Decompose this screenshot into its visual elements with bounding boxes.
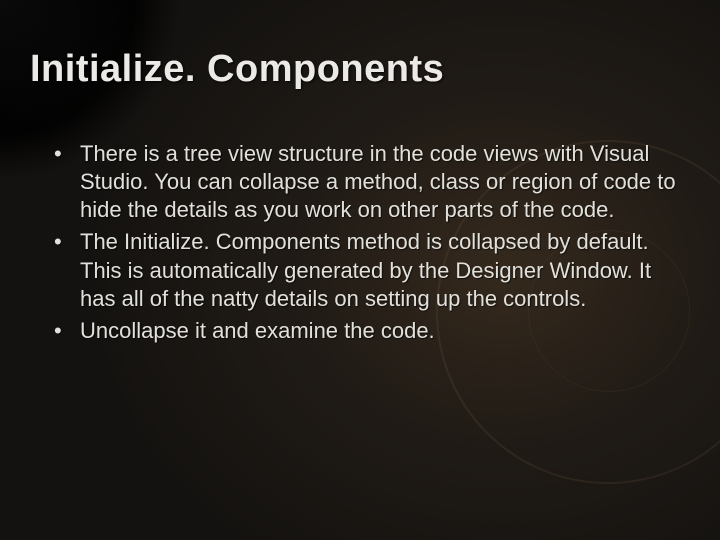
list-item: There is a tree view structure in the co… [54,140,680,224]
bullet-text: There is a tree view structure in the co… [80,141,676,222]
bullet-text: Uncollapse it and examine the code. [80,318,435,343]
bullet-list: There is a tree view structure in the co… [54,140,680,345]
slide-title: Initialize. Components [30,48,444,91]
bullet-text: The Initialize. Components method is col… [80,229,651,310]
slide: Initialize. Components There is a tree v… [0,0,720,540]
list-item: Uncollapse it and examine the code. [54,317,680,345]
list-item: The Initialize. Components method is col… [54,228,680,312]
slide-body: There is a tree view structure in the co… [54,140,680,349]
